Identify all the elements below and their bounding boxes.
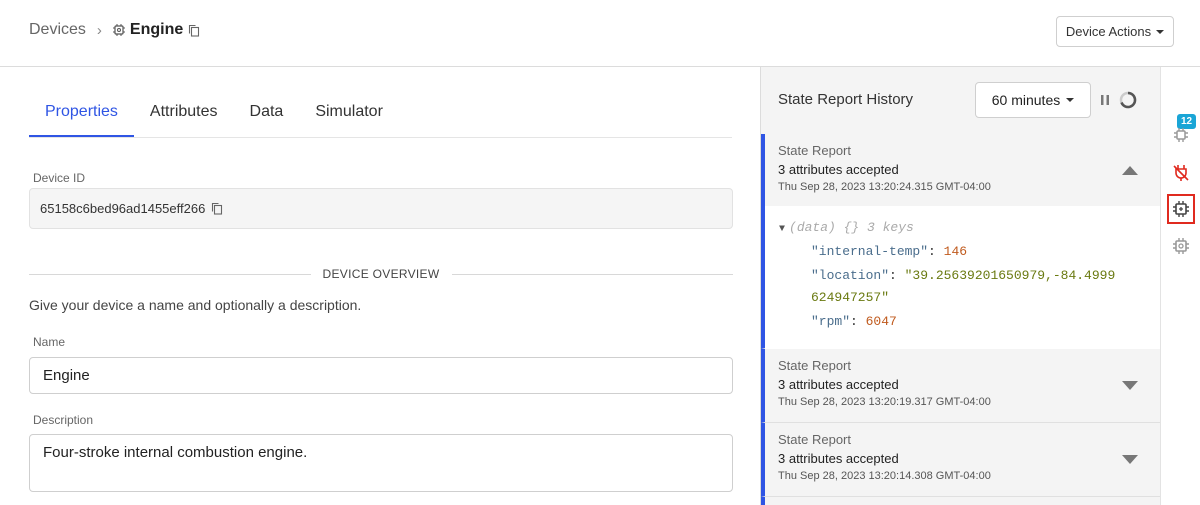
tab-properties[interactable]: Properties — [29, 93, 134, 137]
report-timestamp: Thu Sep 28, 2023 13:20:19.317 GMT-04:00 — [778, 396, 991, 408]
json-colon: : — [928, 244, 944, 259]
report-timestamp: Thu Sep 28, 2023 13:20:24.315 GMT-04:00 — [778, 181, 991, 193]
report-timestamp: Thu Sep 28, 2023 13:20:14.308 GMT-04:00 — [778, 470, 991, 482]
disconnected-plug-icon — [1173, 165, 1189, 181]
json-key: "rpm" — [811, 314, 851, 329]
json-value: "39.25639201650979,-84.4999 — [904, 268, 1116, 283]
json-key: "internal-temp" — [811, 244, 929, 259]
json-entry-continuation: 624947257" — [811, 290, 889, 305]
device-actions-button[interactable]: Device Actions — [1056, 16, 1174, 47]
breadcrumb-current-device: Engine — [129, 21, 184, 38]
chevron-down-icon — [1156, 29, 1165, 34]
json-colon: : — [850, 314, 866, 329]
right-icon-rail: 12 — [1160, 67, 1200, 505]
device-settings-button[interactable] — [1170, 235, 1192, 257]
device-properties-panel: Properties Attributes Data Simulator Dev… — [0, 67, 760, 505]
json-key: "location" — [811, 268, 890, 283]
expand-arrow-icon[interactable] — [1122, 455, 1138, 465]
description-label: Description — [33, 413, 94, 427]
state-report-item[interactable]: State Report 3 attributes accepted Thu S… — [761, 423, 1160, 497]
copy-icon[interactable] — [211, 202, 223, 215]
device-overview-divider: DEVICE OVERVIEW — [29, 267, 734, 281]
device-overview-heading: DEVICE OVERVIEW — [322, 267, 440, 281]
chevron-down-icon — [1066, 98, 1075, 102]
collapse-arrow-icon[interactable] — [1122, 165, 1138, 175]
time-range-value: 60 minutes — [991, 92, 1061, 108]
report-json-viewer: ▼ (data) {} 3 keys "internal-temp": 146 "… — [765, 206, 1160, 349]
report-subtitle: 3 attributes accepted — [778, 451, 899, 466]
report-title: State Report — [778, 432, 851, 447]
time-range-select[interactable]: 60 minutes — [975, 82, 1091, 118]
notifications-icon — [1174, 128, 1188, 142]
device-id-field: 65158c6bed96ad1455eff266 — [29, 188, 733, 229]
tab-attributes[interactable]: Attributes — [134, 93, 234, 137]
breadcrumb-separator: › — [96, 21, 102, 39]
json-root-summary: (data) {} 3 keys — [789, 220, 914, 235]
expand-arrow-icon[interactable] — [1122, 381, 1138, 391]
disconnected-button[interactable] — [1170, 162, 1192, 184]
breadcrumb-devices-link[interactable]: Devices — [29, 21, 86, 39]
copy-icon[interactable] — [188, 24, 200, 37]
device-chip-icon — [112, 23, 126, 37]
loading-spinner-icon — [1119, 91, 1137, 109]
json-colon: : — [889, 268, 905, 283]
json-value-continuation: 624947257" — [811, 290, 890, 305]
json-entry: "internal-temp": 146 — [811, 244, 967, 259]
json-value: 146 — [943, 244, 968, 259]
pause-icon[interactable] — [1100, 95, 1110, 105]
name-label: Name — [33, 335, 66, 349]
tab-data[interactable]: Data — [234, 93, 300, 137]
state-report-history-panel: State Report History 60 minutes State Re… — [760, 67, 1160, 505]
report-title: State Report — [778, 143, 851, 158]
state-report-item[interactable] — [761, 497, 1160, 505]
device-chip-icon — [1173, 201, 1189, 217]
page-header: Devices › Engine Device Actions — [0, 0, 1200, 67]
tab-simulator[interactable]: Simulator — [299, 93, 399, 137]
report-title: State Report — [778, 358, 851, 373]
name-input[interactable] — [29, 357, 733, 394]
device-actions-label: Device Actions — [1065, 24, 1152, 39]
description-textarea[interactable]: Four-stroke internal combustion engine. — [29, 434, 733, 492]
state-report-item[interactable]: State Report 3 attributes accepted Thu S… — [761, 134, 1160, 349]
divider-line — [451, 273, 734, 275]
json-value: 6047 — [865, 314, 897, 329]
device-chip-settings-icon — [1173, 238, 1189, 254]
notifications-button[interactable] — [1170, 124, 1192, 146]
report-subtitle: 3 attributes accepted — [778, 377, 899, 392]
device-id-label: Device ID — [33, 171, 86, 185]
state-report-history-button[interactable] — [1167, 194, 1195, 224]
device-id-value: 65158c6bed96ad1455eff266 — [40, 201, 206, 216]
json-entry: "rpm": 6047 — [811, 314, 897, 329]
history-title: State Report History — [778, 91, 914, 108]
triangle-down-icon: ▼ — [779, 224, 786, 235]
report-subtitle: 3 attributes accepted — [778, 162, 899, 177]
tab-bar: Properties Attributes Data Simulator — [29, 93, 732, 138]
state-report-item[interactable]: State Report 3 attributes accepted Thu S… — [761, 349, 1160, 423]
divider-line — [29, 273, 311, 275]
json-entry: "location": "39.25639201650979,-84.4999 — [811, 268, 1115, 283]
json-root-toggle[interactable]: ▼ (data) {} 3 keys — [779, 220, 914, 235]
overview-helper-text: Give your device a name and optionally a… — [29, 297, 362, 313]
breadcrumb: Devices › Engine — [29, 21, 200, 39]
